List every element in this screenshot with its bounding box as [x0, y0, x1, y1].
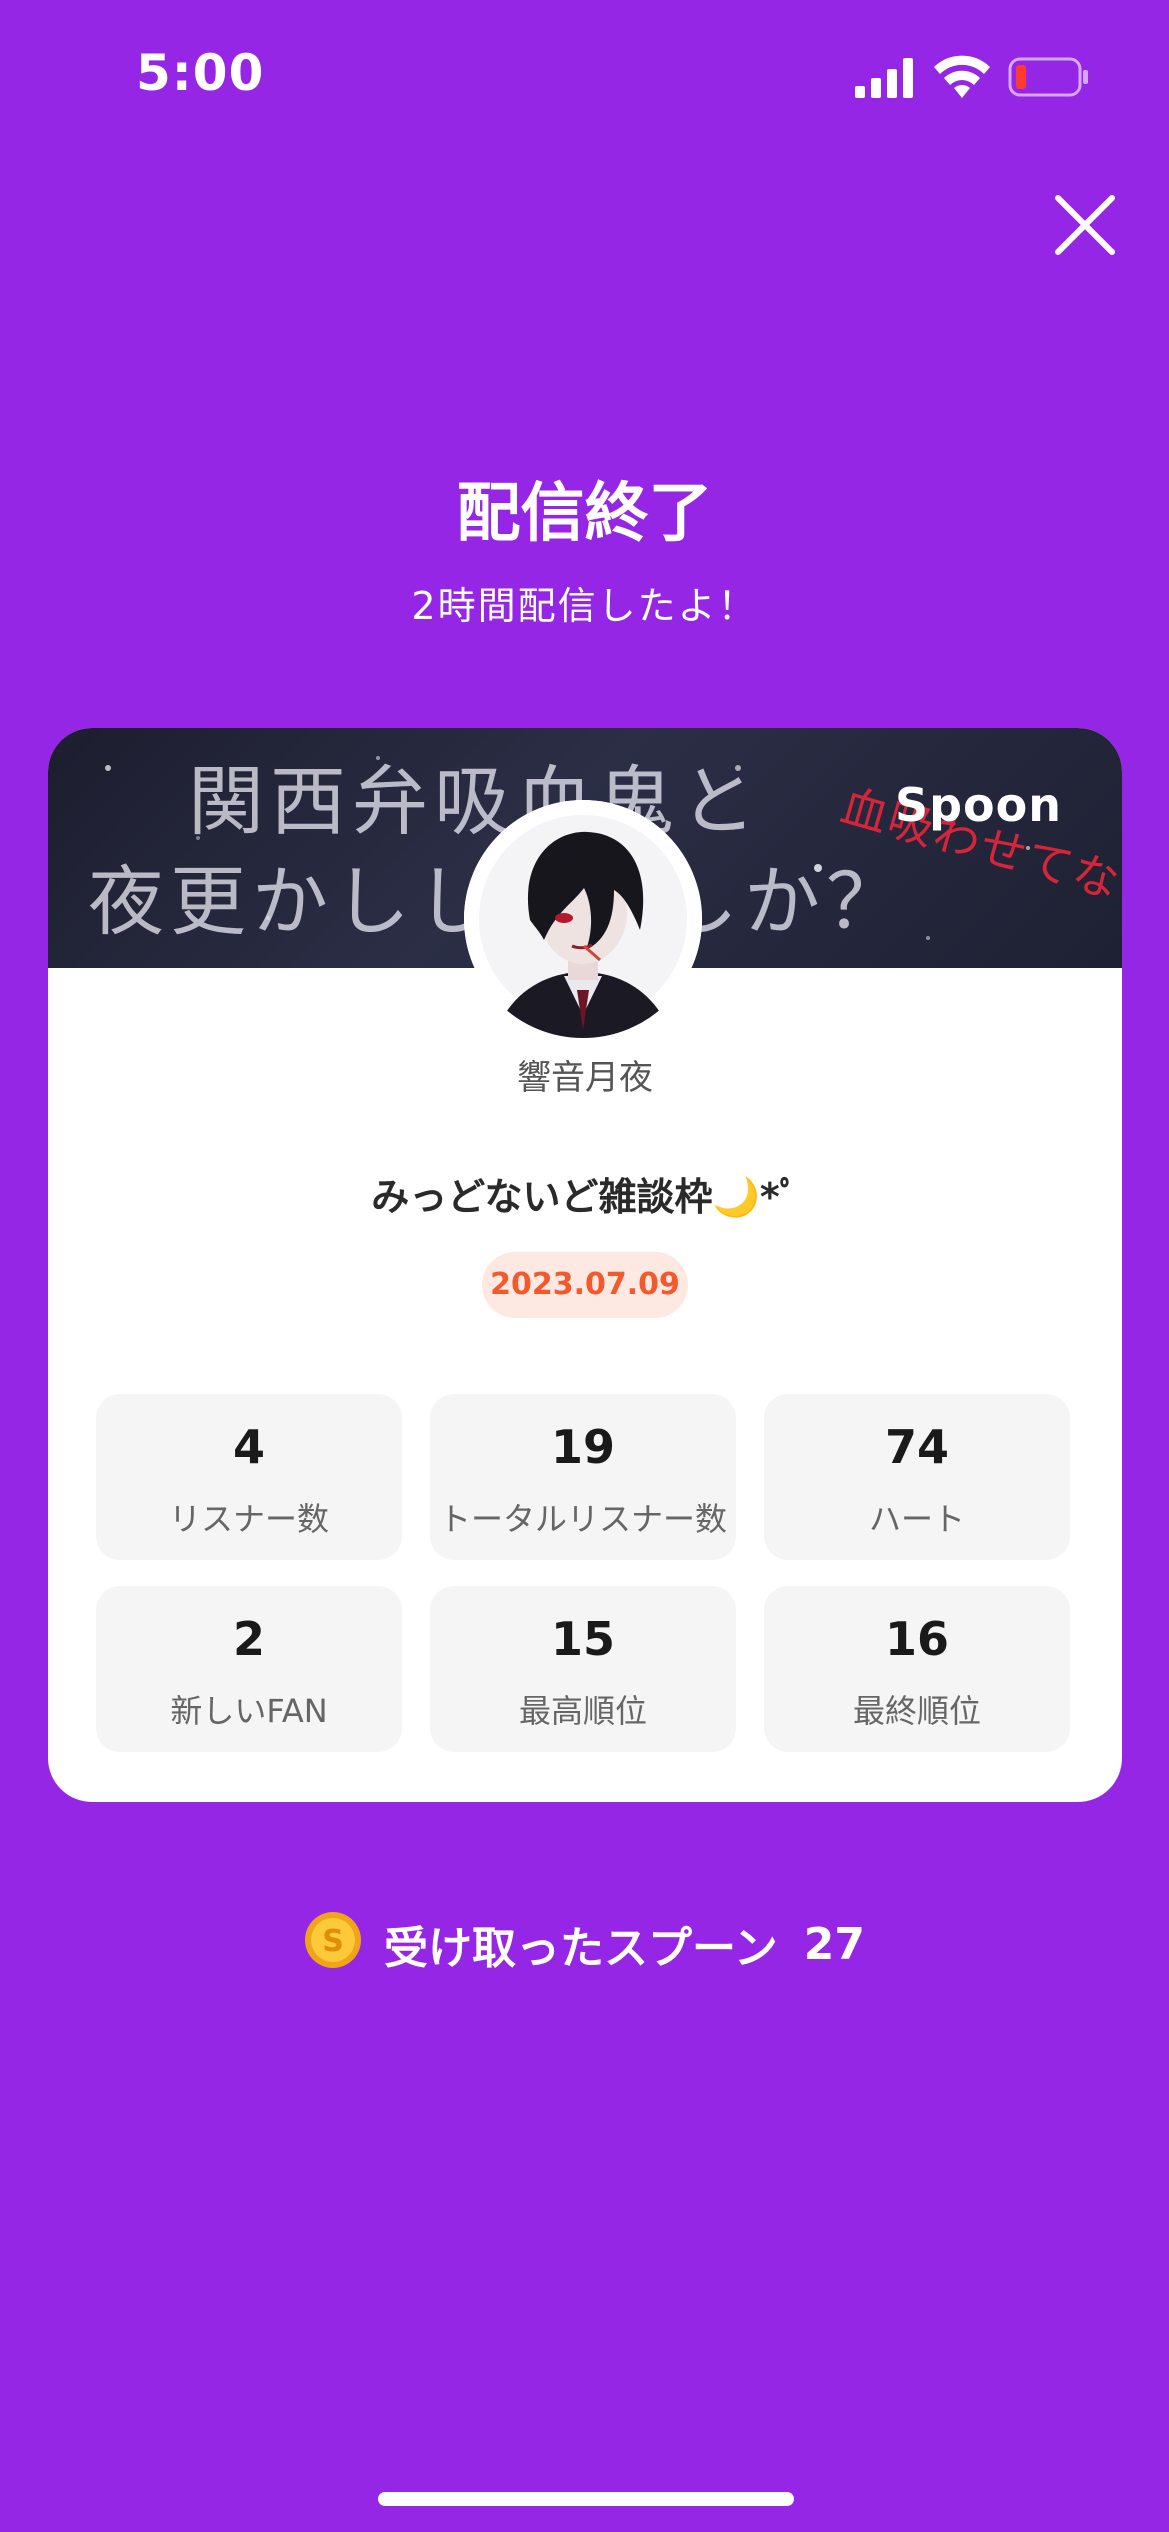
avatar[interactable] [464, 800, 702, 1038]
live-summary-card: 関西弁吸血鬼と 夜更かしし しか？ 血吸わせてな Spoon 響音月夜 みっどな… [48, 728, 1122, 1802]
avatar-illustration [464, 800, 702, 1038]
home-indicator[interactable] [378, 2492, 794, 2506]
live-title: みっどないど雑談枠🌙*ﾟ [371, 1175, 799, 1219]
page-title: 配信終了 [456, 477, 713, 551]
stat-label: リスナー数 [168, 1500, 329, 1538]
stat-final-rank: 16 最終順位 [764, 1586, 1070, 1752]
stat-hearts: 74 ハート [764, 1394, 1070, 1560]
stat-value: 15 [550, 1612, 615, 1666]
spoons-label: 受け取ったスプーン [383, 1923, 778, 1974]
host-name: 響音月夜 [517, 1058, 653, 1098]
stat-label: トータルリスナー数 [438, 1500, 727, 1538]
stat-value: 16 [884, 1612, 949, 1666]
battery-icon [1008, 57, 1088, 97]
page-subtitle: 2時間配信したよ！ [411, 584, 758, 628]
stat-label: ハート [868, 1500, 965, 1538]
wifi-icon [934, 55, 990, 98]
stat-label: 最終順位 [852, 1692, 981, 1730]
stat-value: 2 [232, 1612, 265, 1666]
spoons-received: S 受け取ったスプーン 27 [0, 1912, 1169, 1976]
stat-value: 74 [884, 1420, 949, 1474]
stat-new-fans: 2 新しいFAN [96, 1586, 402, 1752]
stat-value: 19 [550, 1420, 615, 1474]
spoon-logo: Spoon [894, 778, 1062, 832]
coin-icon: S [304, 1912, 361, 1968]
stat-listeners: 4 リスナー数 [96, 1394, 402, 1560]
close-icon[interactable] [1052, 192, 1118, 258]
date-badge: 2023.07.09 [482, 1252, 688, 1318]
stat-label: 新しいFAN [170, 1692, 328, 1730]
banner-text-line1: 関西弁吸血鬼と [188, 757, 762, 846]
stat-value: 4 [232, 1420, 265, 1474]
spoons-count: 27 [803, 1918, 866, 1970]
signal-icon [855, 58, 913, 98]
stat-total-listeners: 19 トータルリスナー数 [430, 1394, 736, 1560]
stat-label: 最高順位 [518, 1692, 647, 1730]
stat-highest-rank: 15 最高順位 [430, 1586, 736, 1752]
svg-text:S: S [322, 1924, 344, 1959]
status-time: 5:00 [136, 44, 265, 102]
